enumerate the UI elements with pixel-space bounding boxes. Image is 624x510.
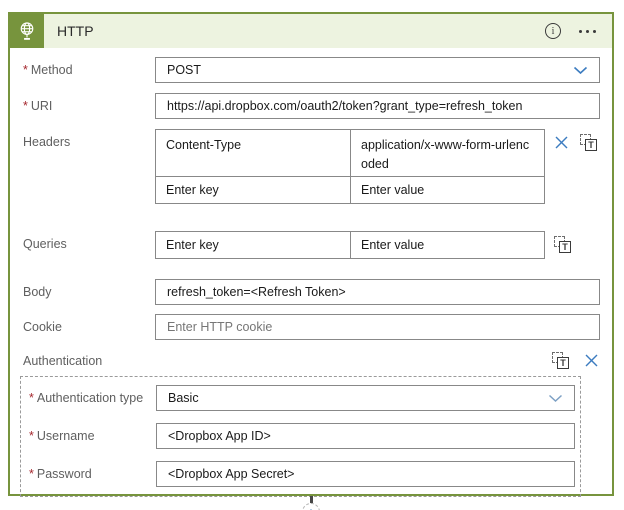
required-marker: * bbox=[29, 429, 34, 443]
uri-value: https://api.dropbox.com/oauth2/token?gra… bbox=[167, 99, 523, 113]
queries-switch-to-text-mode-icon[interactable] bbox=[554, 235, 571, 253]
required-marker: * bbox=[29, 467, 34, 481]
uri-row: * URI https://api.dropbox.com/oauth2/toke… bbox=[23, 93, 600, 119]
authentication-switch-to-text-mode-icon[interactable] bbox=[552, 352, 569, 369]
chevron-down-icon bbox=[548, 394, 563, 402]
method-dropdown[interactable]: POST bbox=[155, 57, 600, 83]
cookie-row: Cookie Enter HTTP cookie bbox=[23, 314, 600, 340]
body-input[interactable]: refresh_token=<Refresh Token> bbox=[155, 279, 600, 305]
authentication-type-label: * Authentication type bbox=[29, 391, 144, 405]
insert-step-button[interactable] bbox=[302, 503, 320, 510]
card-title: HTTP bbox=[57, 23, 94, 39]
method-value: POST bbox=[167, 63, 202, 77]
queries-row: Queries Enter key Enter value bbox=[23, 231, 600, 259]
header-row-1: Content-Type application/x-www-form-urle… bbox=[156, 130, 544, 176]
remove-authentication-icon[interactable] bbox=[584, 353, 599, 368]
authentication-type-row: * Authentication type Basic bbox=[29, 385, 575, 411]
queries-label: Queries bbox=[23, 237, 67, 251]
query-key-input[interactable]: Enter key bbox=[156, 232, 351, 258]
header-row-new: Enter key Enter value bbox=[156, 176, 544, 203]
card-header[interactable]: HTTP bbox=[10, 14, 612, 48]
authentication-label: Authentication bbox=[23, 353, 103, 368]
header-new-value-input[interactable]: Enter value bbox=[351, 177, 544, 203]
http-action-card: HTTP *Method POST *URI bbox=[8, 12, 614, 497]
uri-input[interactable]: https://api.dropbox.com/oauth2/token?gra… bbox=[155, 93, 600, 119]
body-value: refresh_token=<Refresh Token> bbox=[167, 285, 346, 299]
ellipsis-menu-icon[interactable] bbox=[577, 28, 598, 35]
authentication-box: * Authentication type Basic * Username <Dr… bbox=[20, 376, 581, 497]
required-marker: * bbox=[23, 63, 28, 77]
delete-header-icon[interactable] bbox=[554, 135, 569, 150]
username-input[interactable]: <Dropbox App ID> bbox=[156, 423, 575, 449]
headers-switch-to-text-mode-icon[interactable] bbox=[580, 133, 597, 151]
info-icon[interactable] bbox=[545, 23, 561, 39]
headers-row: Headers Content-Type application/x-www-f… bbox=[23, 129, 600, 204]
password-row: * Password <Dropbox App Secret> bbox=[29, 461, 575, 487]
password-label: * Password bbox=[29, 467, 92, 481]
header-new-key-input[interactable]: Enter key bbox=[156, 177, 351, 203]
authentication-type-value: Basic bbox=[168, 391, 199, 405]
password-value: <Dropbox App Secret> bbox=[168, 467, 295, 481]
cookie-label: Cookie bbox=[23, 320, 62, 334]
password-input[interactable]: <Dropbox App Secret> bbox=[156, 461, 575, 487]
headers-label: Headers bbox=[23, 135, 71, 149]
chevron-down-icon bbox=[573, 66, 588, 74]
method-label: * Method bbox=[23, 63, 73, 77]
plus-icon bbox=[307, 503, 314, 510]
headers-table: Content-Type application/x-www-form-urle… bbox=[155, 129, 545, 204]
globe-icon bbox=[20, 22, 34, 40]
method-row: * Method POST bbox=[23, 57, 600, 83]
authentication-header: Authentication bbox=[23, 352, 600, 369]
http-action-logo bbox=[10, 14, 44, 48]
authentication-type-dropdown[interactable]: Basic bbox=[156, 385, 575, 411]
queries-table: Enter key Enter value bbox=[155, 231, 545, 259]
body-label: Body bbox=[23, 285, 52, 299]
username-value: <Dropbox App ID> bbox=[168, 429, 271, 443]
cookie-input[interactable]: Enter HTTP cookie bbox=[155, 314, 600, 340]
required-marker: * bbox=[29, 391, 34, 405]
connector-line bbox=[310, 496, 313, 503]
query-value-input[interactable]: Enter value bbox=[351, 232, 544, 258]
uri-label: * URI bbox=[23, 99, 53, 113]
body-row: Body refresh_token=<Refresh Token> bbox=[23, 279, 600, 305]
header-key-input[interactable]: Content-Type bbox=[156, 130, 351, 176]
username-row: * Username <Dropbox App ID> bbox=[29, 423, 575, 449]
header-value-input[interactable]: application/x-www-form-urlencoded bbox=[351, 130, 544, 176]
username-label: * Username bbox=[29, 429, 95, 443]
query-row-new: Enter key Enter value bbox=[156, 232, 544, 258]
required-marker: * bbox=[23, 99, 28, 113]
card-body: * Method POST * URI https://api.dropbox.co… bbox=[10, 48, 612, 497]
